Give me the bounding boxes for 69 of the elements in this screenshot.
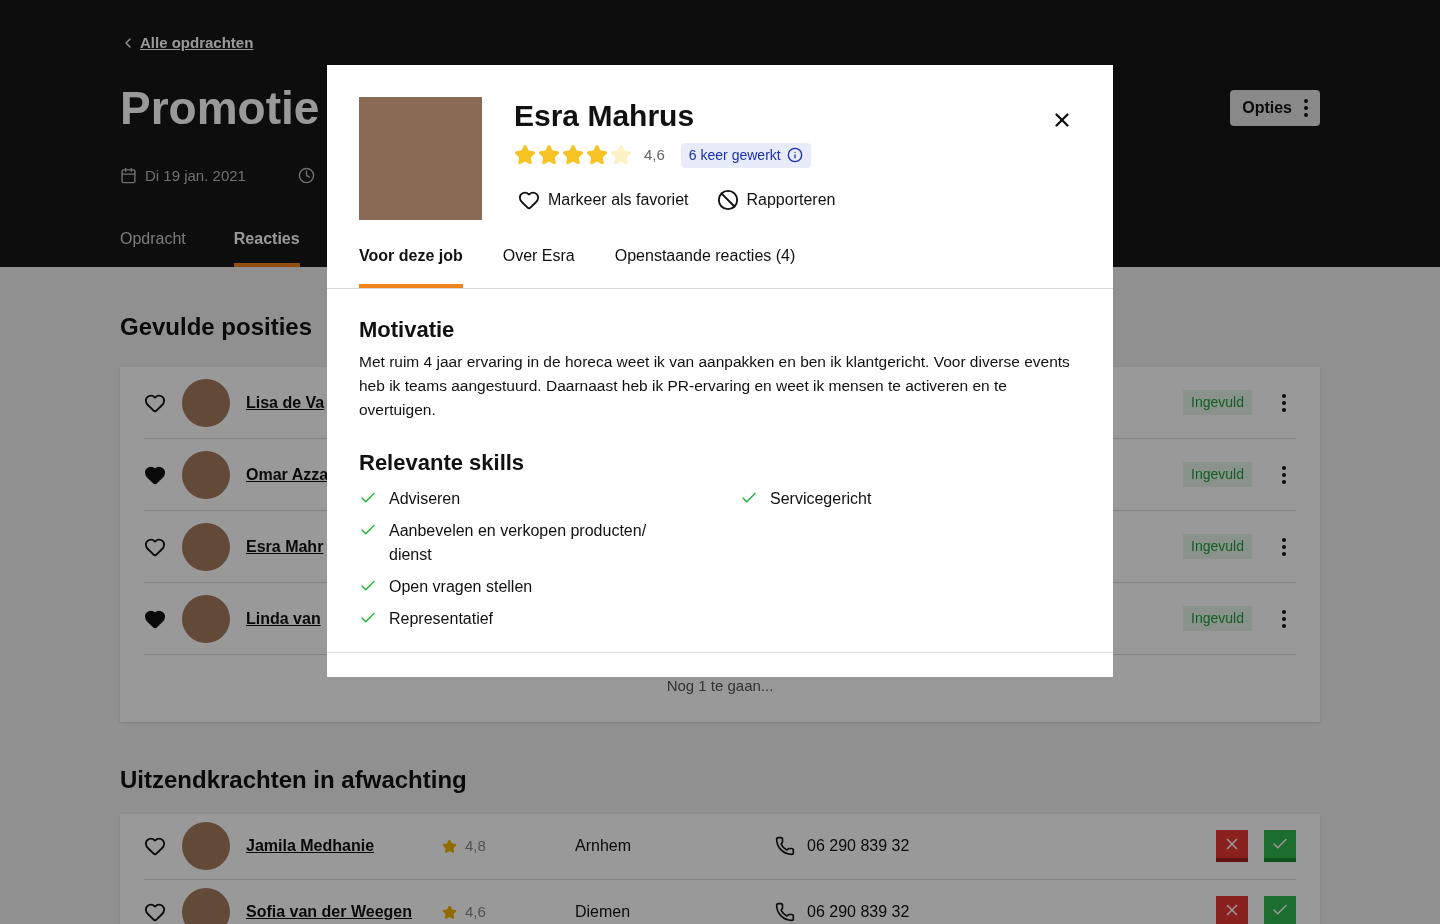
status-badge: Ingevuld [1183, 390, 1252, 415]
back-link[interactable]: Alle opdrachten [120, 32, 254, 55]
info-icon [786, 147, 803, 163]
profile-tab[interactable]: Openstaande reacties (4) [614, 244, 796, 288]
star-icon [610, 144, 632, 166]
star-icon [442, 838, 457, 854]
motivation-text: Met ruim 4 jaar ervaring in de horeca weet ik van aanpakken en ben ik klantgericht. Voor diverse events heb ik teams aangestuurd. Daarnaast heb ik PR-ervaring en weet ik mensen te activeren en te overtuigen. [359, 352, 1071, 420]
status-badge: Ingevuld [1183, 534, 1252, 559]
profile-name: Esra Mahrus [514, 98, 696, 134]
page-title: Promotie [120, 84, 320, 131]
more-icon[interactable] [1282, 609, 1286, 628]
avatar [182, 594, 230, 643]
person-name-link[interactable]: Lisa de Va [246, 390, 325, 415]
remaining-text: Nog 1 te gaan... [665, 676, 775, 696]
motivation-title: Motivatie [359, 316, 456, 344]
profile-tab[interactable]: Voor deze job [359, 244, 463, 288]
date-text: Di 19 jan. 2021 [145, 165, 246, 186]
rating-text: 4,6 [644, 144, 665, 165]
calendar-icon [120, 167, 137, 185]
section-title: Gevulde posities [120, 312, 313, 342]
clock-icon [297, 167, 315, 185]
more-icon[interactable] [1282, 537, 1286, 556]
heart-icon[interactable] [144, 835, 166, 857]
reject-button[interactable] [1216, 896, 1248, 924]
city-text: Diemen [575, 902, 632, 922]
phone-icon [775, 836, 795, 856]
rating-text: 4,8 [465, 835, 487, 856]
person-name-link[interactable]: Omar Azza [246, 462, 329, 487]
reject-button[interactable] [1216, 830, 1248, 862]
skills-title: Relevante skills [359, 449, 526, 477]
phone-text: 06 290 839 32 [807, 836, 910, 856]
person-name-link[interactable]: Jamila Medhanie [246, 834, 426, 858]
page-tab[interactable]: Reacties [233, 227, 300, 267]
phone-text: 06 290 839 32 [807, 902, 910, 922]
star-icon [514, 144, 536, 166]
profile-tab[interactable]: Over Esra [502, 244, 575, 288]
worked-badge: 6 keer gewerkt [680, 142, 811, 168]
skill-text: Open vragen stellen [389, 577, 533, 597]
person-name-link[interactable]: Esra Mahr [246, 534, 324, 559]
city-text: Arnhem [575, 836, 633, 856]
favorite-button[interactable]: Markeer als favoriet [518, 187, 689, 212]
phone-icon [775, 902, 795, 922]
skill-text: Representatief [389, 609, 494, 629]
report-button[interactable]: Rapporteren [716, 187, 836, 212]
skill-text: Adviseren [389, 489, 461, 509]
more-icon[interactable] [1282, 465, 1286, 484]
person-name-link[interactable]: Sofia van der Weegen [246, 900, 426, 924]
skill-text: Aanbevelen en verkopen producten/ dienst [389, 521, 648, 565]
avatar [182, 888, 230, 924]
section-title: Uitzendkrachten in afwachting [120, 764, 467, 795]
star-icon [538, 144, 560, 166]
avatar [182, 378, 230, 427]
star-icon [586, 144, 608, 166]
star-icon [442, 904, 457, 920]
avatar [182, 450, 230, 499]
skill-text: Servicegericht [770, 489, 872, 509]
star-icon [562, 144, 584, 166]
avatar [182, 522, 230, 571]
avatar [182, 822, 230, 870]
heart-icon[interactable] [144, 901, 166, 923]
status-badge: Ingevuld [1183, 606, 1252, 631]
block-icon [716, 188, 739, 211]
status-badge: Ingevuld [1183, 462, 1252, 487]
more-icon [1304, 98, 1308, 117]
page-tab[interactable]: Opdracht [120, 227, 186, 267]
more-icon[interactable] [1282, 393, 1286, 412]
rating-text: 4,6 [465, 901, 487, 922]
options-button[interactable]: Opties [1230, 89, 1320, 126]
person-name-link[interactable]: Linda van [246, 606, 321, 631]
